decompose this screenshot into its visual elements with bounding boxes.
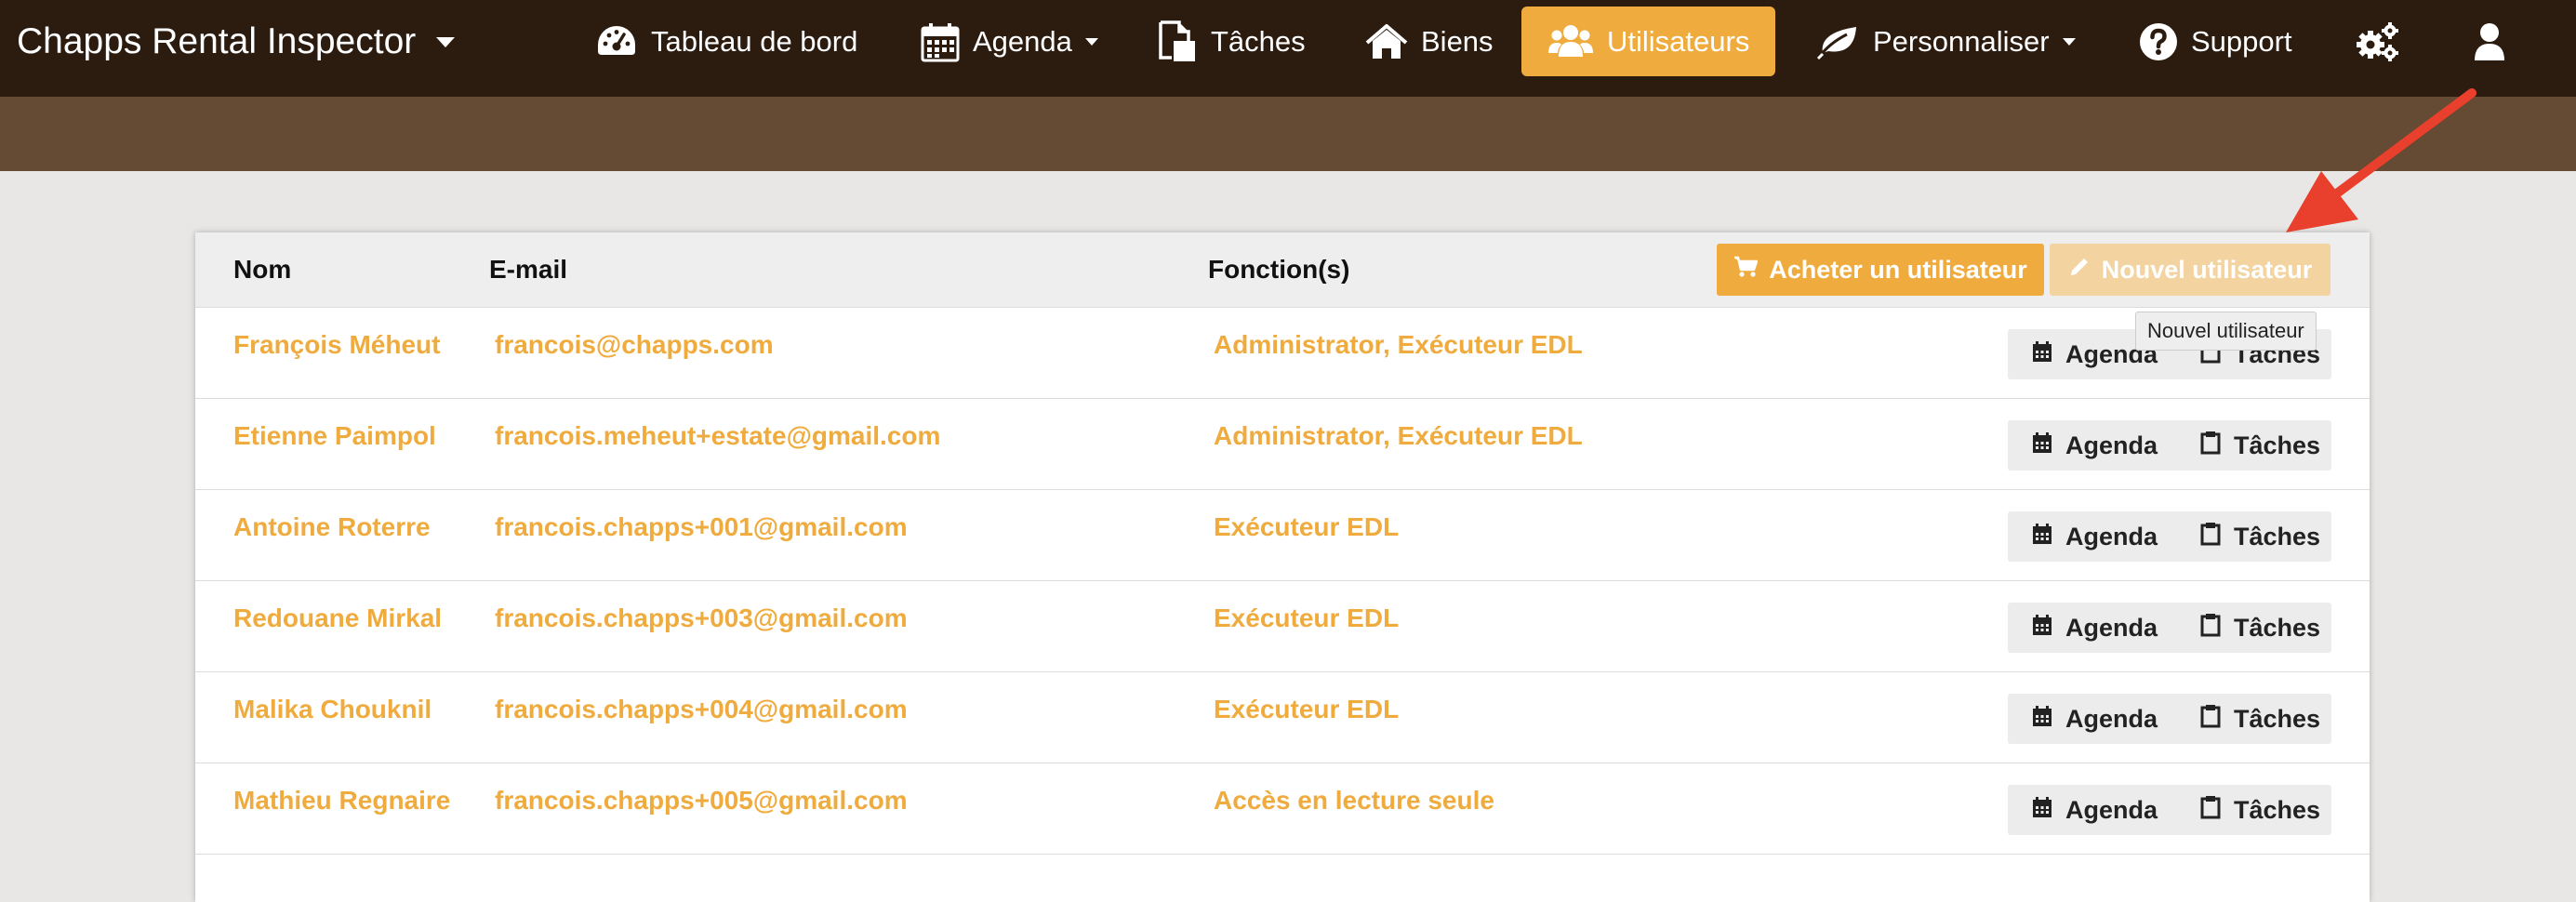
annotation-arrow — [2286, 88, 2476, 232]
